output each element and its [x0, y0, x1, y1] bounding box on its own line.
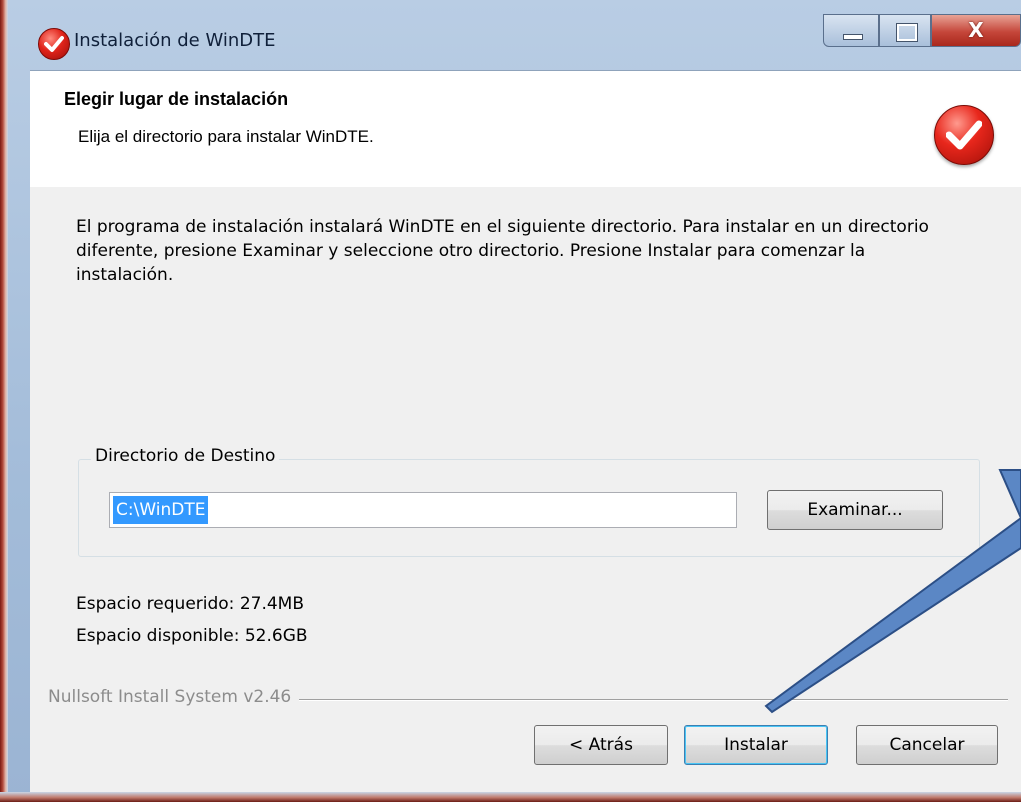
- annotation-arrow-icon: [764, 469, 1021, 714]
